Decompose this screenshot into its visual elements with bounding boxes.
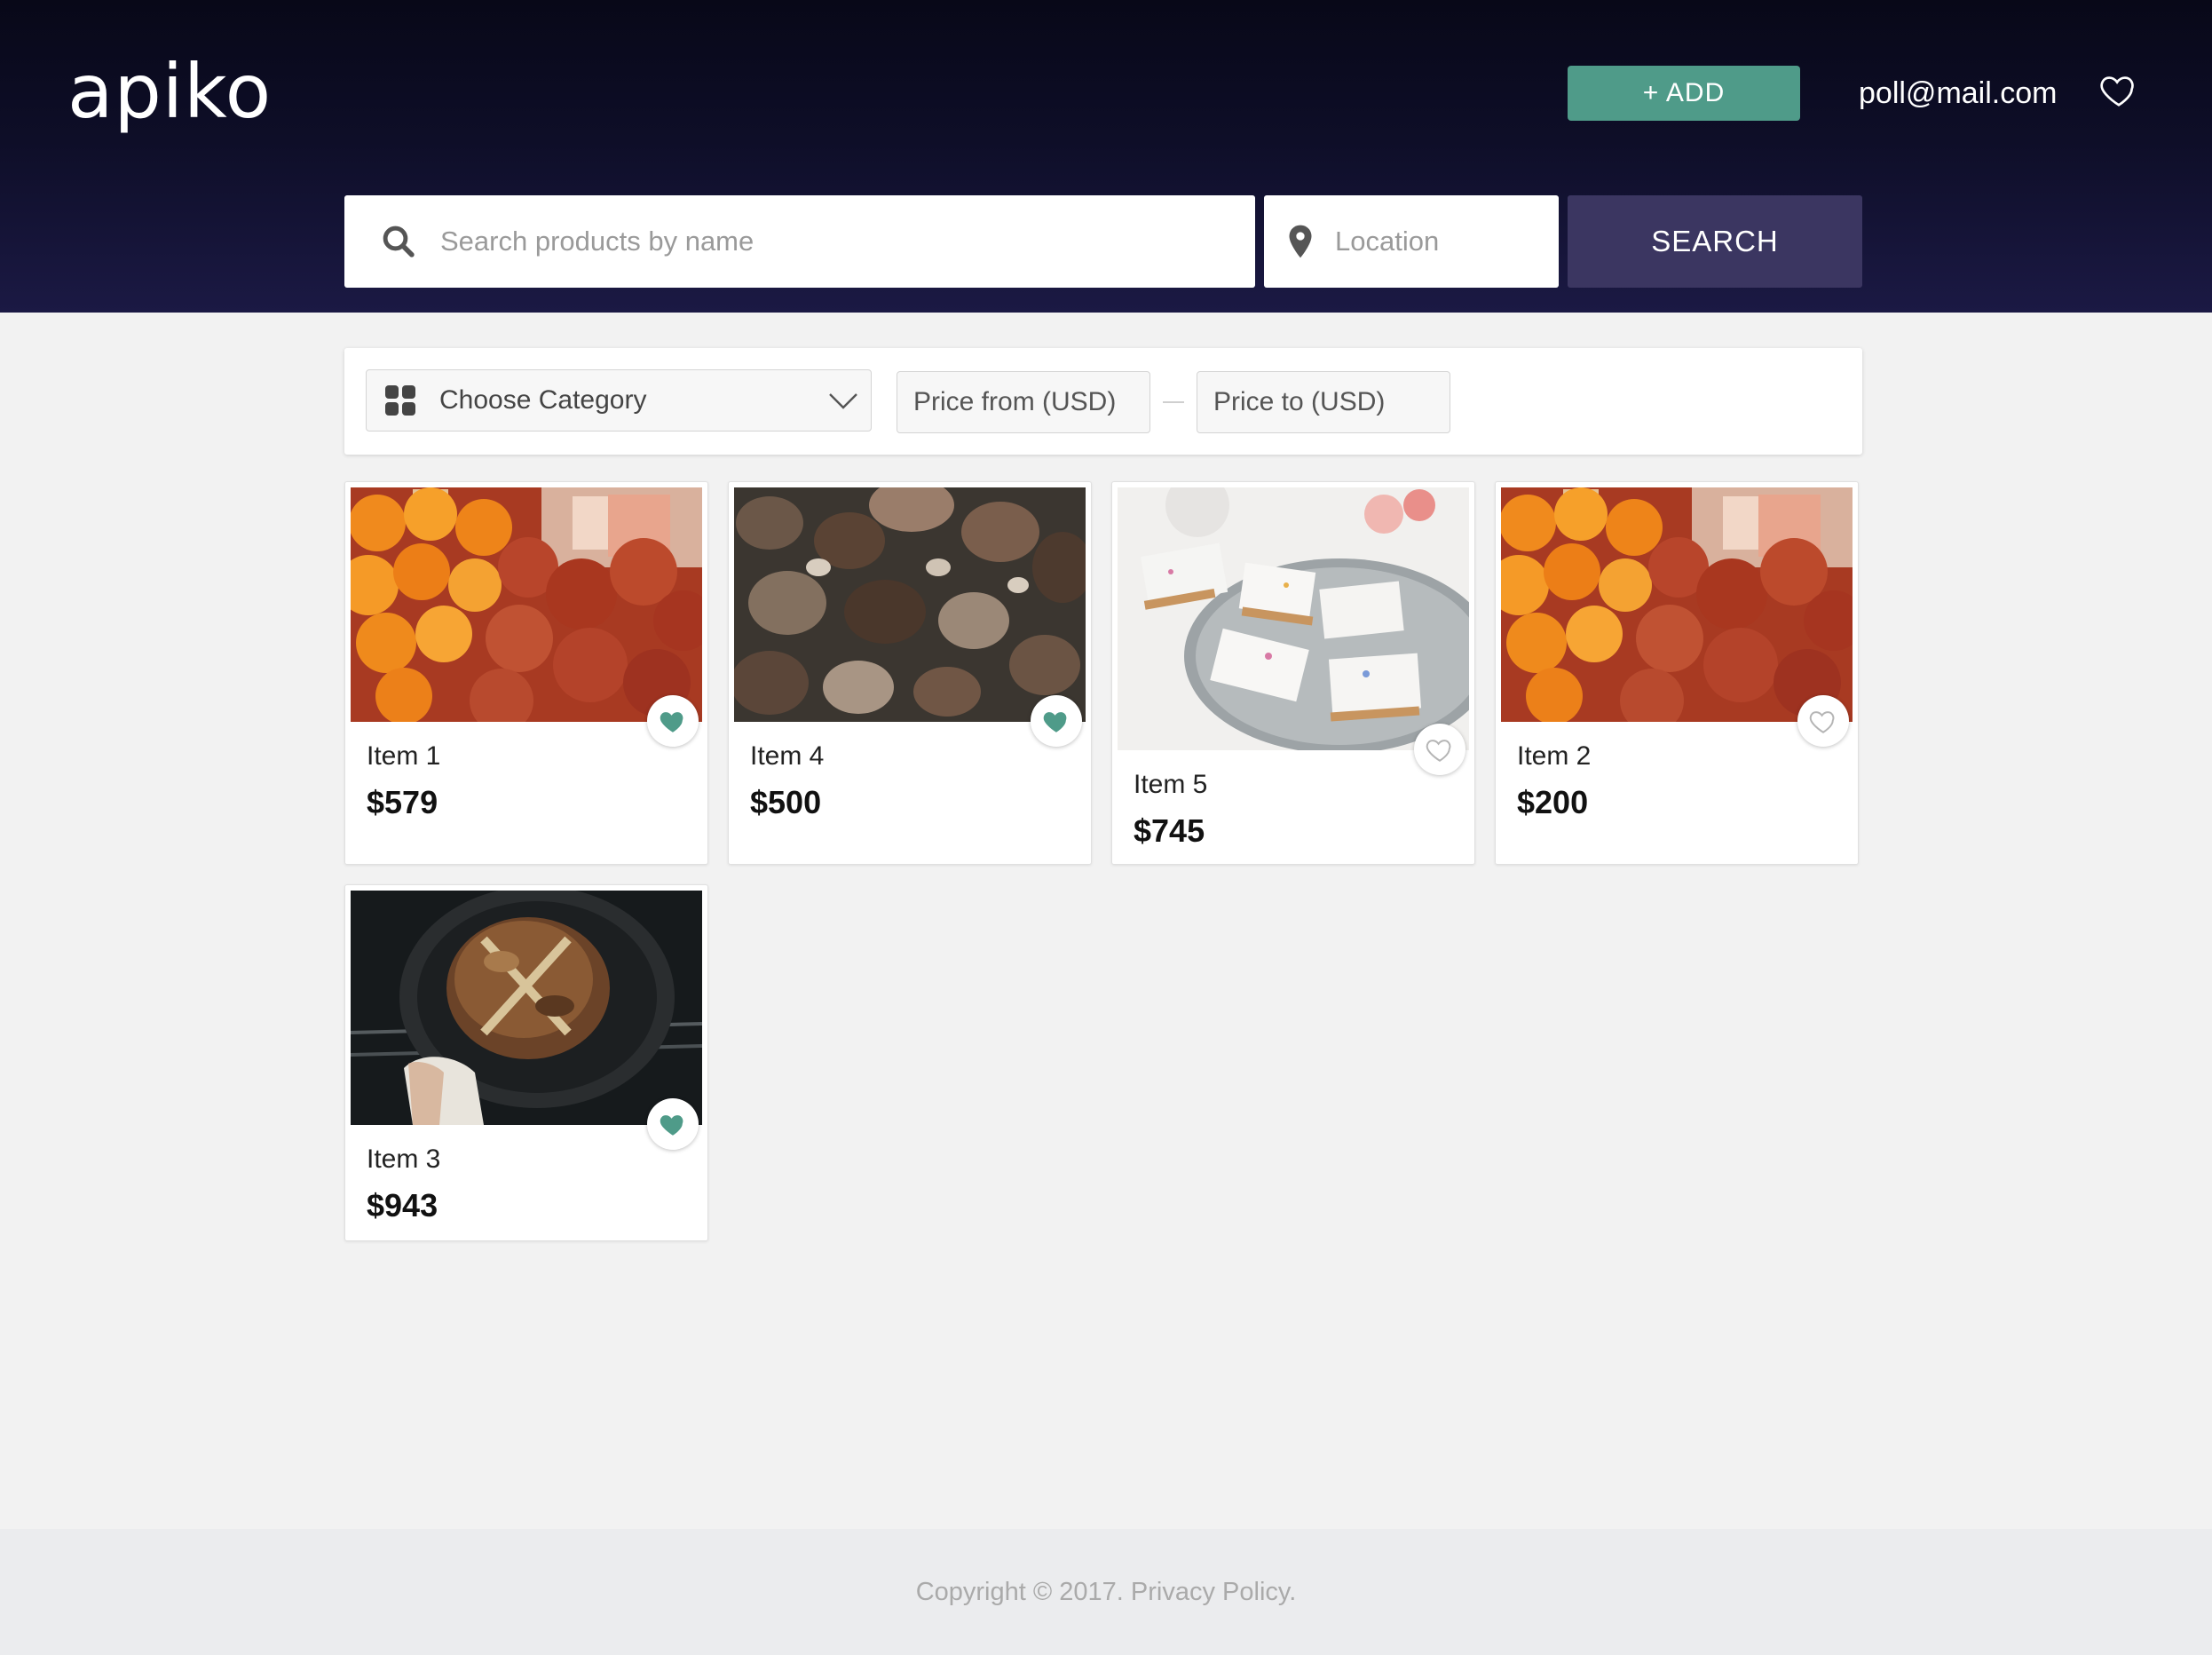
product-card[interactable]: Item 2 $200	[1495, 481, 1859, 865]
location-input[interactable]: Location	[1264, 195, 1559, 288]
search-placeholder: Search products by name	[440, 226, 754, 257]
favorite-toggle[interactable]	[647, 1098, 699, 1150]
product-image	[734, 487, 1086, 722]
heart-filled-icon	[660, 1115, 683, 1136]
price-to-input[interactable]: Price to (USD)	[1197, 371, 1450, 433]
product-image	[351, 487, 702, 722]
favorite-toggle[interactable]	[1031, 695, 1082, 747]
search-input[interactable]: Search products by name	[344, 195, 1255, 288]
product-card[interactable]: Item 1 $579	[344, 481, 708, 865]
favorite-toggle[interactable]	[1797, 695, 1849, 747]
map-pin-icon	[1287, 224, 1314, 259]
product-title: Item 1	[367, 741, 441, 771]
add-button[interactable]: + ADD	[1568, 66, 1800, 121]
favorite-toggle[interactable]	[1414, 724, 1465, 775]
product-price: $943	[367, 1187, 438, 1223]
location-placeholder: Location	[1335, 226, 1440, 257]
product-image	[1501, 487, 1853, 722]
category-label: Choose Category	[439, 385, 647, 415]
heart-filled-icon	[1043, 712, 1067, 732]
heart-outline-icon	[1426, 740, 1451, 762]
product-title: Item 4	[750, 741, 825, 771]
copyright-text[interactable]: Copyright © 2017. Privacy Policy.	[916, 1578, 1297, 1607]
product-price: $200	[1517, 784, 1589, 820]
footer: Copyright © 2017. Privacy Policy.	[0, 1529, 2212, 1655]
product-image	[1118, 487, 1469, 750]
search-icon	[380, 223, 417, 260]
product-card[interactable]: Item 3 $943	[344, 884, 708, 1241]
header: apiko + ADD poll@mail.com Search product…	[0, 0, 2212, 313]
logo[interactable]: apiko	[67, 48, 272, 135]
price-from-input[interactable]: Price from (USD)	[897, 371, 1150, 433]
product-image	[351, 891, 702, 1125]
product-price: $500	[750, 784, 822, 820]
product-title: Item 5	[1134, 770, 1208, 799]
product-price: $579	[367, 784, 438, 820]
user-email-link[interactable]: poll@mail.com	[1859, 76, 2057, 111]
category-select[interactable]: Choose Category	[366, 369, 872, 432]
price-range-divider	[1163, 401, 1184, 403]
heart-outline-icon	[1809, 711, 1835, 733]
heart-icon[interactable]	[2098, 69, 2139, 110]
chevron-down-icon	[826, 386, 860, 416]
product-title: Item 2	[1517, 741, 1592, 771]
product-price: $745	[1134, 812, 1205, 849]
grid-icon	[384, 384, 416, 416]
product-title: Item 3	[367, 1144, 441, 1174]
filter-bar: Choose Category Price from (USD) Price t…	[344, 348, 1862, 455]
product-card[interactable]: Item 5 $745	[1111, 481, 1475, 865]
favorite-toggle[interactable]	[647, 695, 699, 747]
search-button[interactable]: SEARCH	[1568, 195, 1862, 288]
product-card[interactable]: Item 4 $500	[728, 481, 1092, 865]
heart-filled-icon	[660, 712, 683, 732]
